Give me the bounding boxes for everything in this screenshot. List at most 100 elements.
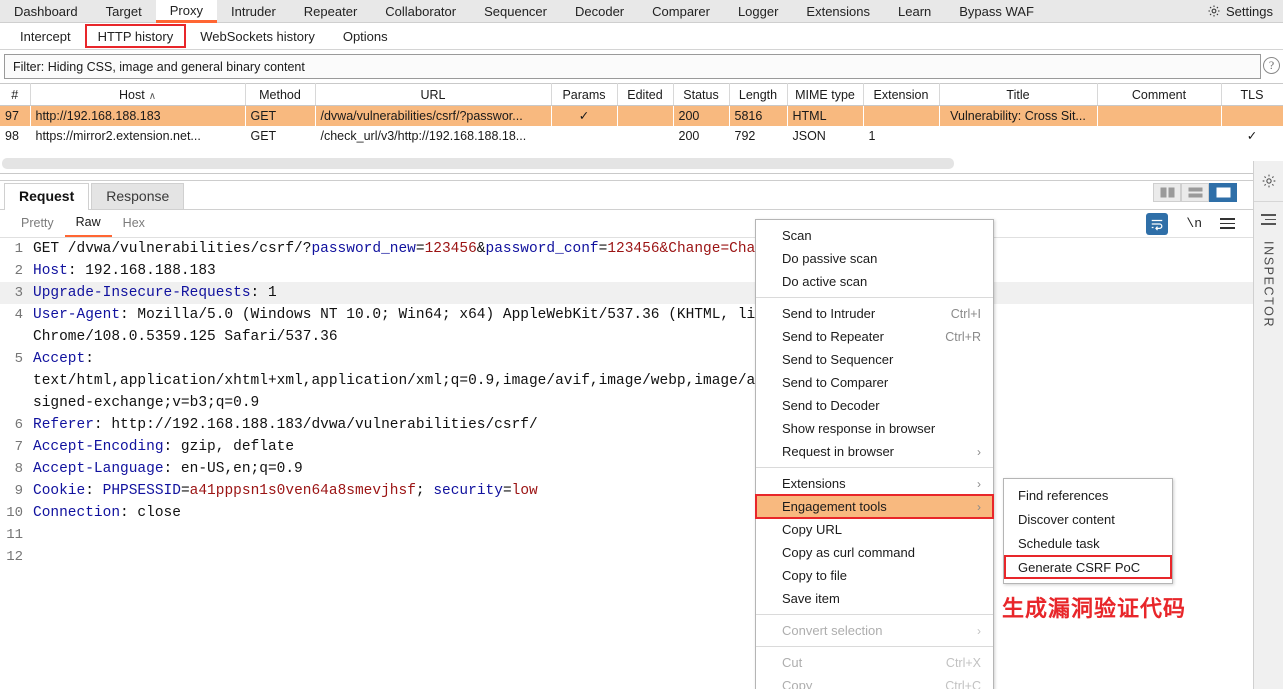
- column-header-extension[interactable]: Extension: [863, 83, 940, 106]
- menu-item-show-response-in-browser[interactable]: Show response in browser: [756, 417, 993, 440]
- request-line-text[interactable]: Accept-Encoding: gzip, deflate: [30, 436, 294, 458]
- column-header-comment[interactable]: Comment: [1097, 83, 1222, 106]
- submenu-item-generate-csrf-poc[interactable]: Generate CSRF PoC: [1004, 555, 1172, 579]
- menu-item-send-to-intruder[interactable]: Send to Intruder Ctrl+I: [756, 302, 993, 325]
- cell-host: http://192.168.188.183: [30, 105, 245, 126]
- sub-tab-options[interactable]: Options: [329, 23, 402, 49]
- column-header-params[interactable]: Params: [551, 83, 618, 106]
- menu-item-save-item[interactable]: Save item: [756, 587, 993, 610]
- message-tab-request[interactable]: Request: [4, 182, 90, 210]
- column-header-length[interactable]: Length: [729, 83, 788, 106]
- menu-item-send-to-repeater[interactable]: Send to Repeater Ctrl+R: [756, 325, 993, 348]
- sub-tab-websockets-history[interactable]: WebSockets history: [186, 23, 329, 49]
- column-header-label: Title: [1006, 87, 1030, 102]
- submenu-item-find-references[interactable]: Find references: [1004, 483, 1172, 507]
- request-line-text[interactable]: [30, 546, 33, 568]
- main-tab-decoder[interactable]: Decoder: [561, 0, 638, 22]
- editor-menu-icon[interactable]: [1220, 218, 1235, 229]
- menu-item-copy-as-curl-command[interactable]: Copy as curl command: [756, 541, 993, 564]
- main-tab-comparer[interactable]: Comparer: [638, 0, 724, 22]
- request-line-text[interactable]: Accept:: [30, 348, 94, 370]
- panel-splitter[interactable]: [0, 173, 1283, 181]
- column-header-mime-type[interactable]: MIME type: [787, 83, 864, 106]
- filter-bar[interactable]: Filter: Hiding CSS, image and general bi…: [4, 54, 1261, 79]
- gear-icon[interactable]: [1261, 173, 1277, 189]
- menu-item-copy-url[interactable]: Copy URL: [756, 518, 993, 541]
- main-tab-bypass-waf[interactable]: Bypass WAF: [945, 0, 1048, 22]
- menu-item-copy-to-file[interactable]: Copy to file: [756, 564, 993, 587]
- collapse-icon[interactable]: [1261, 214, 1276, 225]
- scrollbar-thumb[interactable]: [2, 157, 954, 169]
- main-tab-learn[interactable]: Learn: [884, 0, 945, 22]
- menu-item-do-active-scan[interactable]: Do active scan: [756, 270, 993, 293]
- column-header-url[interactable]: URL: [315, 83, 552, 106]
- cell-status: 200: [673, 125, 729, 146]
- cell-edited: [617, 125, 673, 146]
- message-tab-response[interactable]: Response: [91, 182, 185, 209]
- column-header-[interactable]: #: [0, 83, 31, 106]
- sub-tab-intercept[interactable]: Intercept: [6, 23, 85, 49]
- main-tab-logger[interactable]: Logger: [724, 0, 792, 22]
- menu-item-request-in-browser[interactable]: Request in browser ›: [756, 440, 993, 463]
- request-line-text[interactable]: Cookie: PHPSESSID=a41pppsn1s0ven64a8smev…: [30, 480, 538, 502]
- menu-item-extensions[interactable]: Extensions ›: [756, 472, 993, 495]
- split-vertical-view-button[interactable]: [1153, 182, 1181, 202]
- line-number: 4: [14, 306, 23, 323]
- context-menu[interactable]: Scan Do passive scan Do active scan Send to…: [755, 219, 994, 689]
- column-header-tls[interactable]: TLS: [1221, 83, 1283, 106]
- newline-icon[interactable]: \n: [1186, 216, 1202, 231]
- request-line-text[interactable]: Chrome/108.0.5359.125 Safari/537.36: [30, 326, 338, 348]
- column-header-label: Extension: [873, 87, 929, 102]
- column-header-host[interactable]: Host ∧: [30, 83, 246, 106]
- submenu-item-discover-content[interactable]: Discover content: [1004, 507, 1172, 531]
- table-horizontal-scrollbar[interactable]: [0, 145, 1283, 174]
- request-line-text[interactable]: signed-exchange;v=b3;q=0.9: [30, 392, 259, 414]
- request-line-text[interactable]: Upgrade-Insecure-Requests: 1: [30, 282, 277, 304]
- request-line-text[interactable]: Host: 192.168.188.183: [30, 260, 216, 282]
- menu-item-label: Engagement tools: [782, 499, 887, 514]
- menu-item-engagement-tools[interactable]: Engagement tools ›: [755, 494, 994, 519]
- single-pane-view-button[interactable]: [1209, 182, 1237, 202]
- table-row[interactable]: 97 http://192.168.188.183 GET/dvwa/vulnera…: [0, 105, 1283, 126]
- request-line-text[interactable]: Referer: http://192.168.188.183/dvwa/vul…: [30, 414, 538, 436]
- request-line-text[interactable]: Accept-Language: en-US,en;q=0.9: [30, 458, 303, 480]
- main-tab-sequencer[interactable]: Sequencer: [470, 0, 561, 22]
- main-tab-intruder[interactable]: Intruder: [217, 0, 290, 22]
- column-header-title[interactable]: Title: [939, 83, 1098, 106]
- request-line-text[interactable]: Connection: close: [30, 502, 181, 524]
- request-token: Accept-Encoding: [33, 438, 164, 455]
- word-wrap-icon[interactable]: [1146, 212, 1169, 235]
- submenu-item-schedule-task[interactable]: Schedule task: [1004, 531, 1172, 555]
- table-row[interactable]: 98 https://mirror2.extension.net... GET/ch…: [0, 125, 1283, 146]
- column-header-edited[interactable]: Edited: [617, 83, 674, 106]
- main-tab-repeater[interactable]: Repeater: [290, 0, 371, 22]
- main-tab-proxy[interactable]: Proxy: [155, 0, 217, 23]
- split-horizontal-view-button[interactable]: [1181, 182, 1209, 202]
- menu-item-send-to-decoder[interactable]: Send to Decoder: [756, 394, 993, 417]
- column-header-status[interactable]: Status: [673, 83, 730, 106]
- request-line-text[interactable]: [30, 524, 33, 546]
- inspector-rail[interactable]: INSPECTOR: [1253, 161, 1283, 689]
- request-line-text[interactable]: User-Agent: Mozilla/5.0 (Windows NT 10.0…: [30, 304, 834, 326]
- menu-item-send-to-comparer[interactable]: Send to Comparer: [756, 371, 993, 394]
- menu-item-send-to-sequencer[interactable]: Send to Sequencer: [756, 348, 993, 371]
- main-tab-extensions[interactable]: Extensions: [792, 0, 884, 22]
- main-tab-dashboard[interactable]: Dashboard: [0, 0, 92, 22]
- sub-tab-http-history[interactable]: HTTP history: [84, 24, 187, 48]
- request-line-text[interactable]: GET /dvwa/vulnerabilities/csrf/?password…: [30, 238, 860, 260]
- column-header-method[interactable]: Method: [245, 83, 316, 106]
- menu-item-scan[interactable]: Scan: [756, 224, 993, 247]
- view-mode-hex[interactable]: Hex: [112, 210, 156, 237]
- request-token: password_conf: [485, 240, 599, 257]
- view-mode-raw[interactable]: Raw: [64, 210, 112, 237]
- main-tab-target[interactable]: Target: [92, 0, 156, 22]
- main-tab-collaborator[interactable]: Collaborator: [371, 0, 470, 22]
- settings-button[interactable]: Settings: [1201, 0, 1283, 22]
- request-line: 3 Upgrade-Insecure-Requests: 1: [0, 281, 1283, 304]
- help-icon[interactable]: ?: [1263, 57, 1280, 74]
- menu-item-do-passive-scan[interactable]: Do passive scan: [756, 247, 993, 270]
- engagement-tools-submenu[interactable]: Find references Discover content Schedule …: [1003, 478, 1173, 584]
- request-token: =: [415, 240, 425, 257]
- view-mode-pretty[interactable]: Pretty: [10, 210, 65, 237]
